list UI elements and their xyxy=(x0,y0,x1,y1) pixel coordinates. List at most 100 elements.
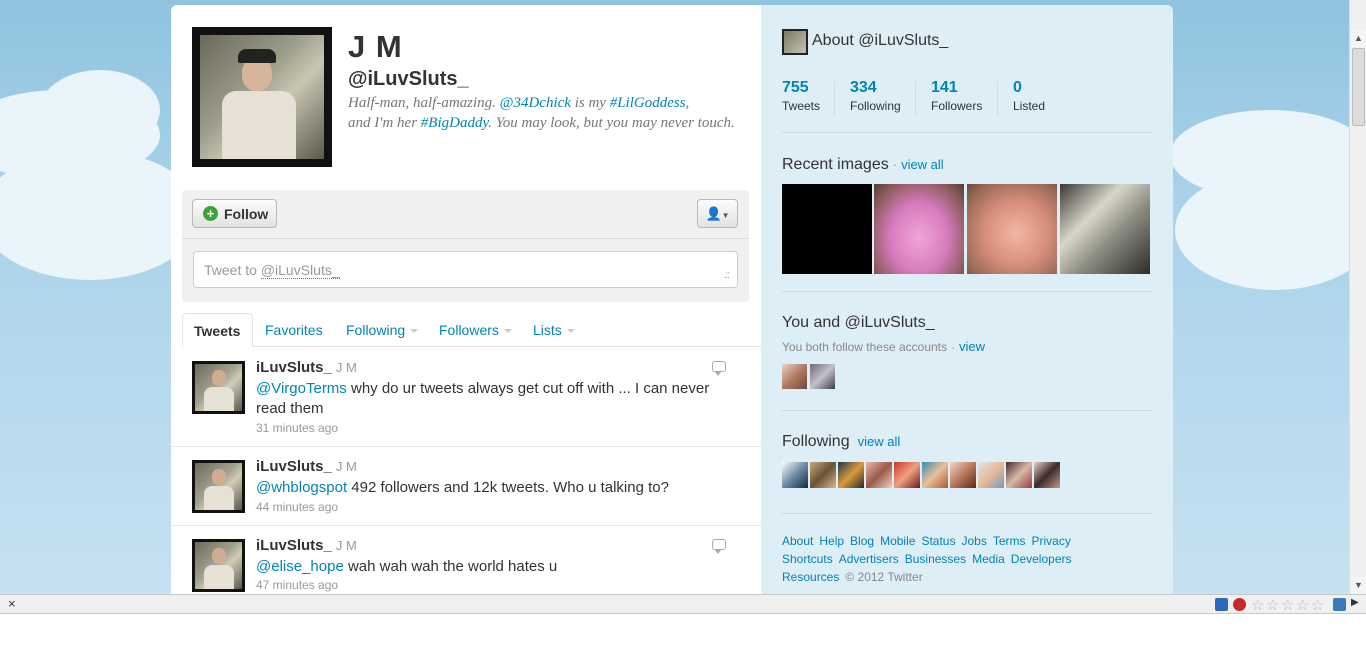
tweet-avatar[interactable] xyxy=(192,361,245,414)
tweet-avatar[interactable] xyxy=(192,539,245,592)
divider xyxy=(782,513,1152,514)
footer-link[interactable]: Shortcuts xyxy=(782,552,833,566)
close-icon[interactable]: × xyxy=(8,596,16,611)
tab-tweets[interactable]: Tweets xyxy=(182,313,253,347)
following-avatar[interactable] xyxy=(810,462,836,488)
rating-star-icon[interactable]: ☆ xyxy=(1311,596,1324,614)
cloud xyxy=(0,150,200,280)
you-both-view-link[interactable]: view xyxy=(959,339,985,354)
following-avatar[interactable] xyxy=(922,462,948,488)
plus-circle-icon: + xyxy=(203,206,218,221)
stat-listed[interactable]: 0 Listed xyxy=(1013,79,1045,113)
addon-icon[interactable] xyxy=(1333,598,1346,611)
security-addon-icon[interactable] xyxy=(1233,598,1246,611)
stat-following[interactable]: 334 Following xyxy=(850,79,901,113)
footer-link[interactable]: Help xyxy=(819,534,844,548)
tweet-username[interactable]: iLuvSluts_ xyxy=(256,359,332,376)
chevron-right-icon[interactable]: ▶ xyxy=(1351,597,1359,608)
tab-followers[interactable]: Followers xyxy=(439,322,512,338)
about-avatar[interactable] xyxy=(782,29,808,55)
tweet-avatar[interactable] xyxy=(192,460,245,513)
browser-viewport: J M @iLuvSluts_ Half-man, half-amazing. … xyxy=(0,0,1349,594)
tweet-item[interactable]: iLuvSluts_ J M @elise_hope wah wah wah th… xyxy=(171,526,761,594)
recent-images-view-all-link[interactable]: view all xyxy=(901,157,944,172)
bio-mention-link[interactable]: @34Dchick xyxy=(500,95,571,111)
footer-link[interactable]: Developers xyxy=(1011,552,1072,566)
reply-icon[interactable] xyxy=(712,361,726,376)
tweet-timestamp[interactable]: 31 minutes ago xyxy=(256,421,338,435)
chevron-down-icon xyxy=(503,329,512,334)
stat-tweets[interactable]: 755 Tweets xyxy=(782,79,820,113)
scroll-up-arrow-icon[interactable]: ▲ xyxy=(1351,30,1366,47)
footer-link[interactable]: Media xyxy=(972,552,1005,566)
recent-image-thumbnail[interactable] xyxy=(874,184,964,274)
following-avatar[interactable] xyxy=(866,462,892,488)
profile-avatar[interactable] xyxy=(192,27,332,167)
tweet-mention-link[interactable]: @whblogspot xyxy=(256,479,347,496)
following-avatar[interactable] xyxy=(838,462,864,488)
following-avatar[interactable] xyxy=(978,462,1004,488)
rating-star-icon[interactable]: ☆ xyxy=(1281,596,1294,614)
scroll-down-arrow-icon[interactable]: ▼ xyxy=(1351,577,1366,594)
follower-avatar[interactable] xyxy=(810,364,835,389)
tweet-username[interactable]: iLuvSluts_ xyxy=(256,458,332,475)
divider xyxy=(915,81,916,115)
chevron-down-icon xyxy=(410,329,419,334)
tweet-to-input[interactable]: Tweet to @iLuvSluts_ .:: xyxy=(193,251,738,288)
tweet-item[interactable]: iLuvSluts_ J M @whblogspot 492 followers … xyxy=(171,447,761,526)
profile-action-box: + Follow 👤▼ Tweet to @iLuvSluts_ .:: xyxy=(182,190,749,302)
bio-hashtag-link[interactable]: #LilGoddess xyxy=(610,95,686,111)
follow-button-label: Follow xyxy=(224,205,269,222)
recent-image-thumbnail[interactable] xyxy=(782,184,872,274)
footer-link[interactable]: About xyxy=(782,534,813,548)
you-both-follow-text: You both follow these accounts · view xyxy=(782,339,986,354)
tab-lists[interactable]: Lists xyxy=(533,322,575,338)
footer-link[interactable]: Status xyxy=(921,534,955,548)
resize-grip-icon[interactable]: .:: xyxy=(724,270,730,281)
footer-link[interactable]: Blog xyxy=(850,534,874,548)
tweet-fullname: J M xyxy=(335,459,357,474)
vertical-scrollbar[interactable]: ▲ ▼ xyxy=(1349,0,1366,594)
search-addon-icon[interactable] xyxy=(1215,598,1228,611)
about-title: About @iLuvSluts_ xyxy=(812,32,949,49)
footer-link[interactable]: Businesses xyxy=(905,552,966,566)
footer-link[interactable]: Mobile xyxy=(880,534,915,548)
following-view-all-link[interactable]: view all xyxy=(858,434,901,449)
follower-avatar[interactable] xyxy=(782,364,807,389)
tweet-text: @whblogspot 492 followers and 12k tweets… xyxy=(256,479,669,496)
recent-image-thumbnail[interactable] xyxy=(1060,184,1150,274)
reply-icon[interactable] xyxy=(712,539,726,554)
divider xyxy=(834,81,835,115)
tweet-mention-link[interactable]: @VirgoTerms xyxy=(256,380,347,397)
tweet-timestamp[interactable]: 44 minutes ago xyxy=(256,500,338,514)
tab-favorites[interactable]: Favorites xyxy=(265,322,323,338)
tab-following[interactable]: Following xyxy=(346,322,419,338)
following-avatar[interactable] xyxy=(950,462,976,488)
tweet-timestamp[interactable]: 47 minutes ago xyxy=(256,578,338,592)
footer-link[interactable]: Jobs xyxy=(961,534,986,548)
user-actions-dropdown[interactable]: 👤▼ xyxy=(697,199,738,228)
profile-tabs: Tweets Favorites Following Followers Lis… xyxy=(182,313,761,347)
footer-link[interactable]: Resources xyxy=(782,570,839,584)
tweet-username[interactable]: iLuvSluts_ xyxy=(256,537,332,554)
recent-image-thumbnail[interactable] xyxy=(967,184,1057,274)
tweet-item[interactable]: iLuvSluts_ J M @VirgoTerms why do ur twee… xyxy=(171,348,761,447)
following-avatar[interactable] xyxy=(782,462,808,488)
recent-images-heading: Recent images · view all xyxy=(782,156,944,173)
rating-star-icon[interactable]: ☆ xyxy=(1266,596,1279,614)
rating-star-icon[interactable]: ☆ xyxy=(1251,596,1264,614)
following-avatar[interactable] xyxy=(1006,462,1032,488)
tweet-text: @elise_hope wah wah wah the world hates … xyxy=(256,558,558,575)
divider xyxy=(997,81,998,115)
footer-link[interactable]: Privacy xyxy=(1032,534,1071,548)
scrollbar-thumb[interactable] xyxy=(1352,48,1365,126)
following-avatar[interactable] xyxy=(1034,462,1060,488)
bio-hashtag-link[interactable]: #BigDaddy xyxy=(421,115,489,131)
tweet-mention-link[interactable]: @elise_hope xyxy=(256,558,344,575)
stat-followers[interactable]: 141 Followers xyxy=(931,79,982,113)
footer-link[interactable]: Advertisers xyxy=(839,552,899,566)
footer-link[interactable]: Terms xyxy=(993,534,1026,548)
follow-button[interactable]: + Follow xyxy=(192,199,277,228)
rating-star-icon[interactable]: ☆ xyxy=(1296,596,1309,614)
following-avatar[interactable] xyxy=(894,462,920,488)
